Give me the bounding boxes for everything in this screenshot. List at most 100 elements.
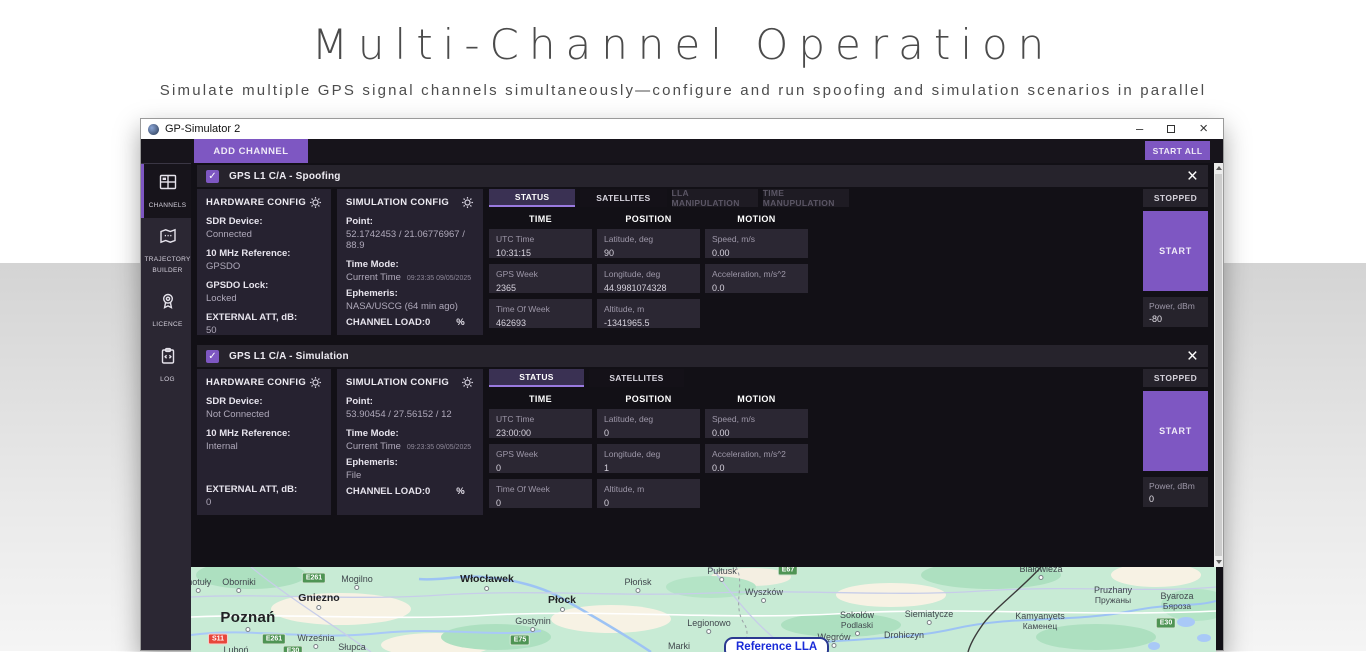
app-window: GP-Simulator 2 – × ADD CHANNEL START ALL…	[140, 118, 1224, 651]
minimize-icon[interactable]: –	[1136, 124, 1143, 134]
maximize-icon[interactable]	[1167, 125, 1175, 133]
tab-status[interactable]: STATUS	[489, 369, 584, 387]
status-card: Speed, m/s0.00	[705, 409, 808, 438]
sidebar-item-log[interactable]: LOG	[141, 338, 191, 392]
tab-satellites[interactable]: SATELLITES	[589, 369, 684, 387]
hardware-config-title: HARDWARE CONFIG	[206, 377, 306, 388]
map-city-label: Wyszków	[745, 587, 783, 603]
sidebar-item-licence[interactable]: LICENCE	[141, 283, 191, 337]
field-value: 0	[206, 497, 322, 508]
field-value: Internal	[206, 441, 322, 452]
tab-status[interactable]: STATUS	[489, 189, 575, 207]
sidebar-item-label: TRAJECTORY BUILDER	[145, 255, 191, 276]
add-channel-button[interactable]: ADD CHANNEL	[194, 139, 308, 163]
sidebar-item-label: LOG	[160, 375, 175, 385]
channel-title: GPS L1 C/A - Simulation	[229, 351, 1177, 362]
ephemeris-label: Ephemeris:	[346, 457, 474, 468]
window-title: GP-Simulator 2	[165, 123, 1136, 135]
sidebar-item-trajectory-builder[interactable]: TRAJECTORY BUILDER	[141, 218, 191, 283]
simulation-config-panel: SIMULATION CONFIG Point:52.1742453 / 21.…	[337, 189, 483, 335]
scroll-down-arrow-icon[interactable]	[1214, 557, 1223, 567]
route-badge: E67	[778, 567, 798, 576]
channel-load-label: CHANNEL LOAD:	[346, 486, 425, 497]
time-mode-datetime: 09:23:35 09/05/2025	[407, 444, 471, 451]
main-content: ✓ GPS L1 C/A - Spoofing × HARDWARE CONFI…	[191, 163, 1223, 650]
close-icon[interactable]: ×	[1199, 123, 1208, 135]
channel-enabled-checkbox[interactable]: ✓	[206, 350, 219, 363]
start-all-button[interactable]: START ALL	[1145, 141, 1210, 160]
column-header-position: POSITION	[597, 394, 700, 404]
map-city-label: ByarozaБяроза	[1160, 591, 1193, 611]
vertical-scrollbar[interactable]	[1214, 163, 1223, 567]
status-card: Latitude, deg90	[597, 229, 700, 258]
field-value: Locked	[206, 293, 322, 304]
map-city-label: Siemiatycze	[905, 609, 954, 625]
gear-icon[interactable]	[461, 196, 474, 209]
simulation-config-title: SIMULATION CONFIG	[346, 377, 449, 388]
scroll-up-arrow-icon[interactable]	[1214, 163, 1223, 173]
field-label: SDR Device:	[206, 216, 322, 227]
point-label: Point:	[346, 396, 474, 407]
scrollbar-thumb[interactable]	[1215, 174, 1222, 556]
gear-icon[interactable]	[309, 196, 322, 209]
channel-state-badge: STOPPED	[1143, 369, 1208, 387]
window-titlebar: GP-Simulator 2 – ×	[141, 119, 1223, 139]
map-city-label: Oborniki	[222, 577, 256, 593]
status-card: Longitude, deg44.9981074328	[597, 264, 700, 293]
hardware-config-panel: HARDWARE CONFIG SDR Device:Not Connected…	[197, 369, 331, 515]
start-button[interactable]: START	[1143, 211, 1208, 291]
point-value: 52.1742453 / 21.06776967 / 88.9	[346, 229, 474, 251]
sidebar: CHANNELS TRAJECTORY BUILDER LICENCE LOG	[141, 163, 191, 650]
field-label: GPSDO Lock:	[206, 280, 322, 291]
power-label: Power, dBm	[1149, 301, 1202, 311]
channel-close-icon[interactable]: ×	[1187, 169, 1198, 184]
time-mode-label: Time Mode:	[346, 428, 474, 439]
start-button[interactable]: START	[1143, 391, 1208, 471]
status-card: GPS Week2365	[489, 264, 592, 293]
column-header-motion: MOTION	[705, 394, 808, 404]
map-city-label: PruzhanyПружаны	[1094, 585, 1132, 605]
ephemeris-value: NASA/USCG (64 min ago)	[346, 301, 474, 312]
ephemeris-label: Ephemeris:	[346, 288, 474, 299]
sidebar-item-label: LICENCE	[152, 320, 182, 330]
app-icon	[148, 124, 159, 135]
map-city-label: Drohiczyn	[884, 630, 924, 640]
map-city-label: Marki	[668, 641, 690, 652]
column-header-time: TIME	[489, 214, 592, 224]
simulation-config-title: SIMULATION CONFIG	[346, 197, 449, 208]
channel-load-unit: %	[456, 317, 464, 328]
route-badge: E261	[262, 634, 286, 645]
map-city-label: Białowieża	[1019, 567, 1062, 580]
map-city-label: Płońsk	[624, 577, 651, 593]
gear-icon[interactable]	[309, 376, 322, 389]
route-badge: E30	[283, 646, 303, 652]
map-city-label: Pułtusk	[707, 567, 737, 582]
status-card: Latitude, deg0	[597, 409, 700, 438]
simulation-config-panel: SIMULATION CONFIG Point:53.90454 / 27.56…	[337, 369, 483, 515]
channel-state-badge: STOPPED	[1143, 189, 1208, 207]
gear-icon[interactable]	[461, 376, 474, 389]
channel-simulation: ✓ GPS L1 C/A - Simulation × HARDWARE CON…	[197, 345, 1208, 515]
power-card: Power, dBm 0	[1143, 477, 1208, 507]
channel-enabled-checkbox[interactable]: ✓	[206, 170, 219, 183]
channel-close-icon[interactable]: ×	[1187, 349, 1198, 364]
channel-header: ✓ GPS L1 C/A - Simulation ×	[197, 345, 1208, 367]
status-card: Longitude, deg1	[597, 444, 700, 473]
map-city-label: Włocławek	[460, 573, 514, 591]
status-area: STATUS SATELLITES LLA MANIPULATION TIME …	[489, 189, 849, 335]
map-city-label: Legionowo	[687, 618, 731, 634]
route-badge: E261	[302, 573, 326, 584]
page-title: Multi-Channel Operation	[0, 20, 1366, 69]
tab-satellites[interactable]: SATELLITES	[580, 189, 666, 207]
status-card: Time Of Week462693	[489, 299, 592, 328]
field-label: 10 MHz Reference:	[206, 248, 322, 259]
hero: Multi-Channel Operation Simulate multipl…	[0, 0, 1366, 99]
reference-lla-label: Reference LLA	[724, 637, 829, 652]
map-view[interactable]: motułyObornikiMogilnoWłocławekPłońskPułt…	[191, 567, 1216, 652]
channel-load-label: CHANNEL LOAD:	[346, 317, 425, 328]
toolbar: ADD CHANNEL START ALL	[141, 139, 1223, 163]
channel-load-value: 0	[425, 486, 430, 497]
hardware-config-panel: HARDWARE CONFIG SDR Device:Connected 10 …	[197, 189, 331, 335]
sidebar-item-channels[interactable]: CHANNELS	[141, 164, 191, 218]
status-card: UTC Time10:31:15	[489, 229, 592, 258]
